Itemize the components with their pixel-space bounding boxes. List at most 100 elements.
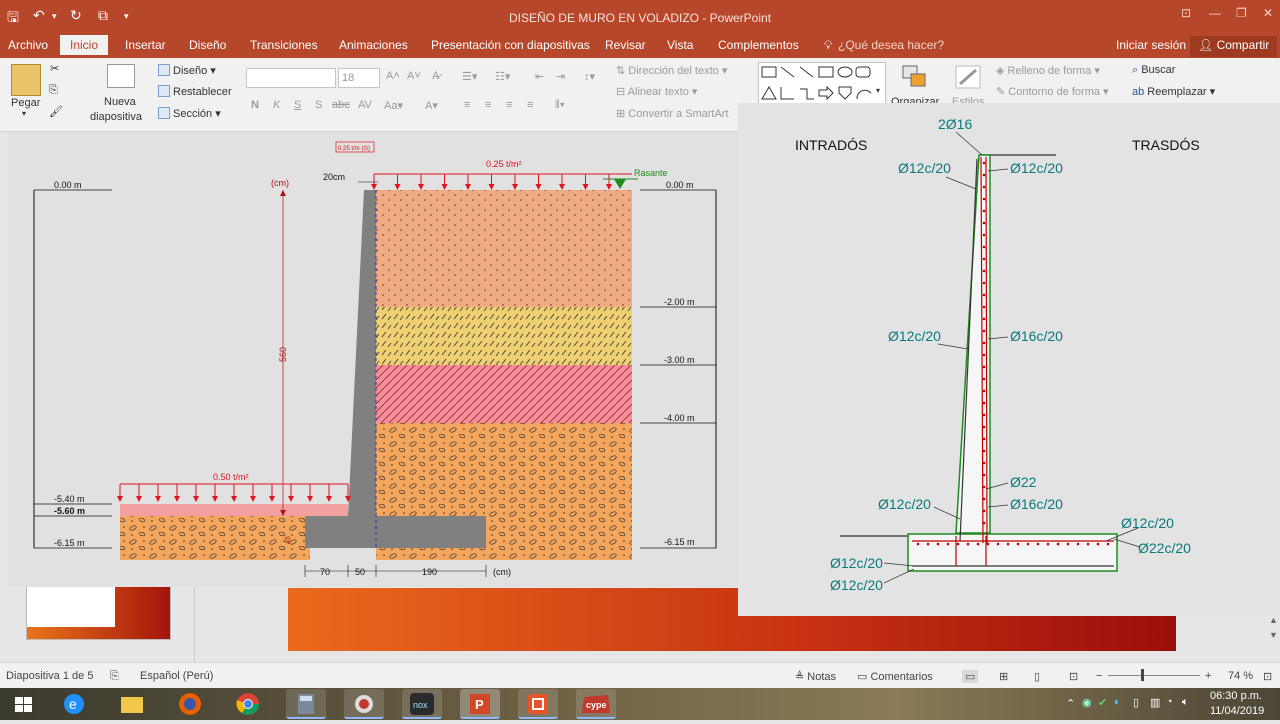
arrange-icon[interactable] bbox=[901, 64, 929, 90]
tab-diseno[interactable]: Diseño bbox=[185, 38, 230, 52]
chrome-icon[interactable] bbox=[228, 689, 268, 719]
clock-date[interactable]: 11/04/2019 bbox=[1210, 705, 1264, 717]
font-size-combo[interactable]: 18 bbox=[338, 68, 380, 88]
tab-presentacion[interactable]: Presentación con diapositivas bbox=[427, 38, 594, 52]
reading-view-icon[interactable]: ▯ bbox=[1034, 670, 1040, 683]
paste-dropdown-icon[interactable]: ▾ bbox=[22, 109, 26, 118]
align-left-icon[interactable]: ≡ bbox=[464, 99, 470, 111]
shapes-gallery[interactable] bbox=[758, 62, 886, 104]
change-case-icon[interactable]: Aa▾ bbox=[384, 99, 403, 112]
tab-insertar[interactable]: Insertar bbox=[121, 38, 170, 52]
cype-icon[interactable]: cype bbox=[576, 689, 616, 719]
network-icon[interactable]: ⌃ bbox=[1066, 697, 1075, 710]
paste-button[interactable]: Pegar bbox=[11, 97, 40, 109]
tray-icon-2[interactable]: ✔ bbox=[1098, 696, 1107, 709]
share-button[interactable]: 👤︎ Compartir bbox=[1190, 36, 1278, 57]
snipping-tool-icon[interactable] bbox=[344, 689, 384, 719]
align-center-icon[interactable]: ≡ bbox=[485, 99, 491, 111]
underline-icon[interactable]: S bbox=[294, 99, 301, 111]
spacing-icon[interactable]: AV bbox=[358, 99, 372, 111]
bold-icon[interactable]: N bbox=[251, 99, 259, 111]
powerpoint-icon[interactable]: P bbox=[460, 689, 500, 719]
find-button[interactable]: ⌕ Buscar bbox=[1132, 64, 1175, 77]
tray-icon-3[interactable]: ◐ bbox=[1114, 696, 1121, 708]
zoom-slider[interactable] bbox=[1108, 675, 1200, 676]
tab-transiciones[interactable]: Transiciones bbox=[246, 38, 322, 52]
slideshow-icon[interactable]: ⊡ bbox=[1069, 670, 1078, 683]
format-painter-icon[interactable]: 🖌︎ bbox=[49, 105, 63, 118]
sign-in-link[interactable]: Iniciar sesión bbox=[1112, 38, 1190, 52]
font-name-combo[interactable] bbox=[246, 68, 336, 88]
numbering-icon[interactable]: ☷▾ bbox=[495, 70, 510, 83]
tab-complementos[interactable]: Complementos bbox=[714, 38, 803, 52]
shape-fill-button[interactable]: ◈ Relleno de forma ▾ bbox=[996, 64, 1100, 77]
reset-button[interactable]: Restablecer bbox=[158, 85, 232, 98]
zoom-out-icon[interactable]: − bbox=[1096, 670, 1102, 682]
replace-button[interactable]: ab Reemplazar ▾ bbox=[1132, 85, 1215, 98]
clipboard-icon[interactable] bbox=[11, 64, 41, 96]
tell-me-box[interactable]: ¿Qué desea hacer? bbox=[834, 38, 948, 52]
convert-smartart-button[interactable]: ⊞ Convertir a SmartArt bbox=[616, 107, 729, 120]
volume-icon[interactable]: 🔈︎ bbox=[1182, 696, 1189, 709]
font-color-icon[interactable]: A▾ bbox=[425, 99, 438, 112]
layout-button[interactable]: Diseño ▾ bbox=[158, 64, 216, 77]
minimize-icon[interactable]: — bbox=[1209, 6, 1221, 20]
strikethrough-icon[interactable]: abc bbox=[332, 99, 350, 111]
wifi-icon[interactable]: ◔ bbox=[1166, 696, 1173, 708]
tab-archivo[interactable]: Archivo bbox=[4, 38, 52, 52]
zoom-level[interactable]: 74 % bbox=[1228, 670, 1253, 682]
shape-outline-button[interactable]: ✎ Contorno de forma ▾ bbox=[996, 85, 1109, 98]
ie-icon[interactable]: e bbox=[54, 689, 94, 719]
cut-icon[interactable]: ✂ bbox=[50, 62, 59, 75]
decrease-indent-icon[interactable]: ⇤ bbox=[535, 70, 544, 83]
normal-view-icon[interactable]: ▭ bbox=[962, 670, 979, 683]
tray-icon-4[interactable]: ▯ bbox=[1133, 696, 1139, 709]
fit-slide-icon[interactable]: ⊡ bbox=[1263, 670, 1272, 683]
shrink-font-icon[interactable]: A˅ bbox=[407, 70, 421, 82]
zoom-slider-thumb[interactable] bbox=[1141, 669, 1144, 681]
quick-styles-icon[interactable] bbox=[954, 64, 982, 90]
align-text-button[interactable]: ⊟ Alinear texto ▾ bbox=[616, 85, 697, 98]
reinforcement-image[interactable]: INTRADÓS TRASDÓS 2Ø16 Ø12c/20 Ø12c/20 Ø1… bbox=[738, 103, 1280, 616]
close-icon[interactable]: ✕ bbox=[1263, 6, 1273, 20]
shapes-more-icon[interactable]: ▾ bbox=[876, 86, 880, 95]
clock-time[interactable]: 06:30 p.m. bbox=[1210, 690, 1262, 702]
clear-format-icon[interactable]: A̷ bbox=[432, 70, 439, 82]
section-button[interactable]: Sección ▾ bbox=[158, 107, 221, 120]
new-slide-label-2[interactable]: diapositiva bbox=[90, 111, 142, 123]
start-button[interactable] bbox=[2, 689, 46, 719]
tab-revisar[interactable]: Revisar bbox=[601, 38, 650, 52]
camtasia-icon[interactable] bbox=[518, 689, 558, 719]
file-explorer-icon[interactable] bbox=[112, 689, 152, 719]
language-label[interactable]: Español (Perú) bbox=[140, 670, 213, 682]
spellcheck-icon[interactable]: ⎘ bbox=[110, 670, 119, 683]
tray-icon-1[interactable]: ◉ bbox=[1082, 696, 1092, 709]
scroll-down-icon[interactable]: ▼ bbox=[1269, 630, 1278, 640]
nox-icon[interactable]: nox bbox=[402, 689, 442, 719]
align-right-icon[interactable]: ≡ bbox=[506, 99, 512, 111]
justify-icon[interactable]: ≡ bbox=[527, 99, 533, 111]
wall-section-image[interactable]: 0.25 t/m² Rasante 0.25 t/m (G) 20cm (cm)… bbox=[8, 132, 738, 587]
tab-inicio[interactable]: Inicio bbox=[60, 35, 109, 55]
maximize-icon[interactable]: ❐ bbox=[1236, 6, 1247, 20]
new-slide-icon[interactable] bbox=[107, 64, 135, 88]
italic-icon[interactable]: K bbox=[273, 99, 280, 111]
tab-vista[interactable]: Vista bbox=[663, 38, 697, 52]
bullets-icon[interactable]: ☰▾ bbox=[462, 70, 477, 83]
tray-icon-5[interactable]: ▥ bbox=[1150, 696, 1160, 709]
increase-indent-icon[interactable]: ⇥ bbox=[556, 70, 565, 83]
slide-sorter-icon[interactable]: ⊞ bbox=[999, 670, 1008, 683]
grow-font-icon[interactable]: A˄ bbox=[386, 70, 400, 82]
ribbon-display-icon[interactable]: ⊡ bbox=[1181, 6, 1191, 20]
new-slide-label[interactable]: Nueva bbox=[104, 96, 136, 108]
zoom-in-icon[interactable]: + bbox=[1205, 670, 1211, 682]
comments-button[interactable]: ▭ Comentarios bbox=[857, 670, 933, 683]
shadow-icon[interactable]: S bbox=[315, 99, 322, 111]
scroll-up-icon[interactable]: ▲ bbox=[1269, 615, 1278, 625]
notes-button[interactable]: ≜ Notas bbox=[795, 670, 836, 683]
columns-icon[interactable]: ⫴▾ bbox=[555, 99, 565, 112]
copy-icon[interactable]: ⎘ bbox=[49, 84, 58, 97]
text-direction-button[interactable]: ⇅ Dirección del texto ▾ bbox=[616, 64, 727, 77]
line-spacing-icon[interactable]: ↕▾ bbox=[584, 70, 595, 83]
firefox-icon[interactable] bbox=[170, 689, 210, 719]
